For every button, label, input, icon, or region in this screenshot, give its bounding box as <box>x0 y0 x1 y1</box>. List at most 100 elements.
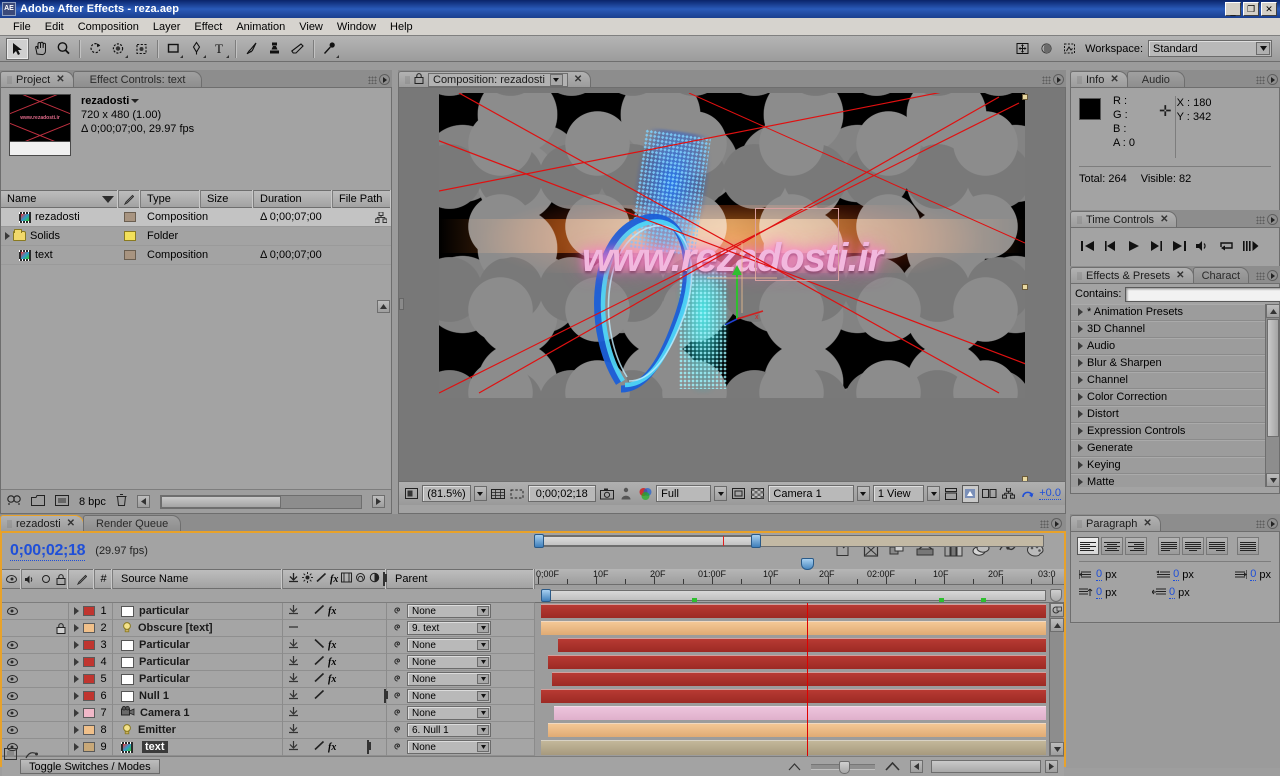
close-icon[interactable]: ✕ <box>1176 270 1184 281</box>
layer-bar[interactable] <box>541 689 1046 703</box>
effects-category-item[interactable]: Distort <box>1071 406 1279 423</box>
menu-effect[interactable]: Effect <box>187 20 229 34</box>
solo-toggle[interactable] <box>38 739 53 756</box>
close-icon[interactable]: ✕ <box>1143 518 1151 529</box>
prev-frame-button[interactable] <box>1104 240 1118 255</box>
effects-category-item[interactable]: Blur & Sharpen <box>1071 355 1279 372</box>
lock-toggle[interactable] <box>53 670 69 688</box>
solo-toggle[interactable] <box>38 671 53 688</box>
effects-category-item[interactable]: Audio <box>1071 338 1279 355</box>
layer-source-name[interactable]: Particular <box>113 636 283 654</box>
timeline-track-area[interactable] <box>535 603 1064 756</box>
layer-bar[interactable] <box>552 672 1046 686</box>
align-center-button[interactable] <box>1101 537 1123 555</box>
selection-handle[interactable] <box>1022 476 1028 481</box>
column-label-swatch[interactable] <box>119 190 141 208</box>
solo-toggle[interactable] <box>38 722 53 739</box>
snapshot-tool[interactable] <box>1058 38 1081 60</box>
layer-bar[interactable] <box>558 638 1046 652</box>
ram-preview-button[interactable] <box>1243 240 1259 255</box>
layer-switches[interactable]: fx <box>283 602 387 620</box>
axis-tool[interactable] <box>1011 38 1034 60</box>
fx-icon[interactable]: fx <box>328 640 336 651</box>
expand-toggle[interactable] <box>69 637 83 654</box>
resolution-dropdown[interactable] <box>714 486 727 501</box>
audio-toggle[interactable] <box>22 603 38 620</box>
toggle-switches-modes-button[interactable]: Toggle Switches / Modes <box>20 759 160 774</box>
scroll-down-button[interactable] <box>1266 473 1279 487</box>
sphere-icon[interactable] <box>1035 38 1058 60</box>
brush-tool[interactable] <box>240 38 263 60</box>
three-d-layer-icon[interactable] <box>384 689 386 703</box>
tab-info[interactable]: Info ✕ <box>1070 71 1128 87</box>
close-icon[interactable]: ✕ <box>1110 74 1118 85</box>
expand-triangle-icon[interactable] <box>1078 427 1083 435</box>
quality-icon[interactable] <box>314 672 325 686</box>
expand-triangle-icon[interactable] <box>1078 444 1083 452</box>
menu-composition[interactable]: Composition <box>71 20 146 34</box>
expand-triangle-icon[interactable] <box>1078 325 1083 333</box>
expand-toggle[interactable] <box>69 654 83 671</box>
fx-icon[interactable]: fx <box>328 657 336 668</box>
effects-category-item[interactable]: * Animation Presets <box>1071 304 1279 321</box>
timeline-horizontal-scrollbar[interactable] <box>931 760 1041 773</box>
layer-bar[interactable] <box>541 740 1046 755</box>
layer-source-name[interactable]: Emitter <box>113 721 283 739</box>
always-preview-icon[interactable] <box>403 485 419 503</box>
current-time-indicator[interactable] <box>807 603 808 756</box>
table-row[interactable]: 7 Camera 1 None <box>2 704 535 722</box>
expand-toggle[interactable] <box>69 671 83 688</box>
column-file-path[interactable]: File Path <box>333 190 391 208</box>
table-row[interactable]: rezadosti Composition Δ 0;00;07;00 <box>1 208 391 227</box>
channel-rgb-icon[interactable] <box>637 485 653 503</box>
composition-viewer[interactable]: www.rezadosti.ir x <box>399 88 1065 481</box>
solo-toggle[interactable] <box>38 705 53 722</box>
menu-animation[interactable]: Animation <box>229 20 292 34</box>
solo-toggle[interactable] <box>38 688 53 705</box>
effects-category-item[interactable]: Color Correction <box>1071 389 1279 406</box>
project-item-name-row[interactable]: rezadosti <box>81 94 194 108</box>
table-row[interactable]: 1 particular fx None <box>2 602 535 620</box>
parent-dropdown[interactable]: None <box>407 672 491 686</box>
audio-toggle[interactable] <box>22 688 38 705</box>
timeline-zoom-slider[interactable] <box>788 760 923 774</box>
layer-source-name[interactable]: Obscure [text] <box>113 619 283 637</box>
label-color[interactable] <box>83 603 95 620</box>
layer-switches[interactable]: fx <box>283 636 387 654</box>
selection-handle[interactable] <box>1022 94 1028 100</box>
shy-icon[interactable] <box>288 706 299 720</box>
horizontal-scrollbar[interactable] <box>159 494 362 509</box>
layer-source-name[interactable]: Null 1 <box>113 687 283 705</box>
magnification-value[interactable]: (81.5%) <box>422 485 471 502</box>
expand-triangle-icon[interactable] <box>1078 461 1083 469</box>
expand-toggle[interactable] <box>69 739 83 756</box>
tab-audio[interactable]: Audio <box>1126 71 1185 87</box>
pickwhip-icon[interactable] <box>392 689 403 703</box>
next-frame-button[interactable] <box>1149 240 1163 255</box>
take-snapshot-icon[interactable] <box>599 485 615 503</box>
scroll-up-button[interactable] <box>1050 618 1064 632</box>
expand-toggle[interactable] <box>69 620 83 637</box>
show-snapshot-icon[interactable] <box>618 485 634 503</box>
align-right-button[interactable] <box>1125 537 1147 555</box>
table-row[interactable]: 4 Particular fx None <box>2 653 535 671</box>
delete-icon[interactable] <box>116 494 127 509</box>
selection-handle[interactable] <box>1022 284 1028 290</box>
type-tool[interactable]: T <box>208 38 231 60</box>
region-toggle-icon[interactable] <box>730 485 746 503</box>
video-toggle[interactable] <box>2 688 22 705</box>
align-left-button[interactable] <box>1077 537 1099 555</box>
justify-last-right-button[interactable] <box>1206 537 1228 555</box>
effects-category-list[interactable]: * Animation Presets 3D Channel Audio Blu… <box>1071 304 1279 487</box>
layer-parent[interactable]: None <box>387 738 535 756</box>
expand-triangle-icon[interactable] <box>1078 359 1083 367</box>
effects-category-item[interactable]: Matte <box>1071 474 1279 487</box>
tab-composition[interactable]: Composition: rezadosti ✕ <box>398 71 592 87</box>
workspace-select[interactable]: Standard <box>1148 40 1272 57</box>
effects-category-item[interactable]: Generate <box>1071 440 1279 457</box>
parent-dropdown[interactable]: None <box>407 604 491 618</box>
work-area-bar[interactable] <box>534 534 1044 548</box>
hand-tool[interactable] <box>29 38 52 60</box>
camera-dropdown[interactable] <box>857 486 870 501</box>
lock-toggle[interactable] <box>53 653 69 671</box>
